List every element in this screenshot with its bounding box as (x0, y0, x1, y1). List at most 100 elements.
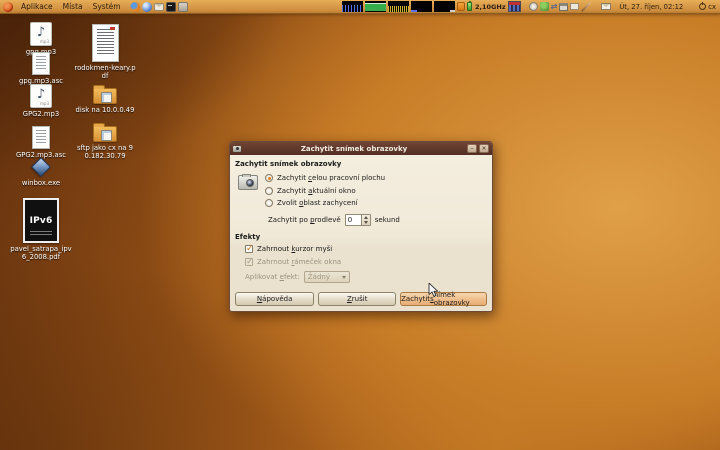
desktop-icon-gpg2-mp3[interactable]: ♪ mp3 GPG2.mp3 (10, 84, 72, 118)
desktop-icon-label: pavel_satrapa_ipv6_2008.pdf (10, 245, 72, 262)
terminal-icon[interactable] (165, 1, 176, 12)
remote-folder-icon (93, 85, 117, 104)
radio-label: Zvolit oblast zachycení (277, 199, 358, 207)
radio-capture-current-window[interactable]: Zachytit aktuální okno (265, 186, 385, 195)
chevron-down-icon (341, 275, 346, 279)
cancel-button[interactable]: Zrušit (318, 292, 397, 306)
dialog-title: Zachytit snímek obrazovky (300, 144, 408, 153)
desktop-icon-label: disk na 10.0.0.49 (75, 106, 135, 114)
desktop-icon-gpg2-mp3-asc[interactable]: GPG2.mp3.asc (10, 126, 72, 159)
mouse-cursor (428, 283, 439, 297)
text-file-icon (32, 126, 50, 149)
apply-effect-label: Aplikovat efekt: (245, 273, 300, 281)
radio-label: Zachytit celou pracovní plochu (277, 174, 386, 182)
menu-system[interactable]: Systém (88, 0, 126, 14)
delay-row: Zachytit po prodlevě 0 sekund (268, 214, 487, 226)
network-monitor-applet[interactable] (388, 1, 410, 12)
radio-indicator (265, 174, 273, 182)
radio-indicator (265, 186, 273, 195)
network-manager-icon[interactable] (539, 2, 549, 11)
effects-heading: Efekty (235, 233, 261, 241)
pen-tray-icon[interactable] (581, 2, 591, 12)
power-icon (699, 2, 707, 10)
screenshot-dialog: Zachytit snímek obrazovky – × Zachytit s… (229, 141, 493, 312)
desktop-icon-sftp-remote[interactable]: sftp jako cx na 90.182.30.79 (74, 122, 136, 161)
delay-spinner[interactable]: 0 (344, 214, 371, 226)
firefox-icon[interactable] (129, 1, 140, 12)
grid-applet-icon[interactable] (507, 1, 521, 12)
desktop-icon-winbox[interactable]: winbox.exe (10, 157, 72, 187)
network-arrows-icon[interactable]: ⇄ (551, 2, 558, 11)
app-launcher-icon[interactable] (177, 1, 188, 12)
checkbox-label: Zahrnout rámeček okna (257, 258, 342, 266)
cpu-monitor-applet[interactable] (342, 1, 364, 12)
delay-unit-label: sekund (374, 216, 400, 224)
system-tray: ⇄ (528, 2, 592, 12)
swap-monitor-applet[interactable] (411, 1, 433, 12)
desktop-icon-rodokmen-pdf[interactable]: rodokmen-keary.pdf (74, 24, 136, 81)
effect-dropdown-value: Žádný (307, 273, 330, 281)
camera-lens (246, 179, 254, 187)
desktop-icon-ipv6-pdf[interactable]: IPv6 pavel_satrapa_ipv6_2008.pdf (10, 198, 72, 262)
orange-applet-icon[interactable] (457, 2, 466, 11)
book-cover-icon: IPv6 (23, 198, 59, 243)
effect-dropdown: Žádný (303, 271, 350, 283)
checkbox-label: Zahrnout kurzor myši (257, 245, 333, 253)
update-notifier-icon[interactable] (528, 2, 538, 11)
checkbox-indicator (245, 244, 254, 254)
radio-indicator (265, 199, 273, 207)
audio-file-icon: ♪ mp3 (30, 22, 52, 46)
load-monitor-applet[interactable] (434, 1, 456, 12)
delay-value[interactable]: 0 (346, 215, 361, 225)
dialog-buttons: Nápověda Zrušit Zachytit s nímek obrazovk… (235, 291, 487, 307)
capture-button[interactable]: Zachytit s nímek obrazovky (400, 291, 487, 307)
desktop-icon-gpg-mp3-asc[interactable]: gpg.mp3.asc (10, 52, 72, 85)
checkbox-include-border: Zahrnout rámeček okna (245, 257, 487, 267)
cpufreq-battery-icon[interactable] (467, 1, 473, 11)
panel-right-area: 2,10GHz ⇄ Út, 27. říjen, 02:12 cx (342, 1, 718, 12)
spin-down-icon[interactable] (363, 220, 368, 224)
pdf-page-icon (91, 24, 119, 62)
user-switcher[interactable]: cx (699, 2, 716, 11)
dialog-body: Zachytit snímek obrazovky Zachytit celou… (230, 155, 492, 311)
desktop-icon-label: winbox.exe (21, 179, 61, 187)
desktop-icon-label: GPG2.mp3 (22, 110, 60, 118)
dialog-heading: Zachytit snímek obrazovky (235, 160, 342, 168)
radio-label: Zachytit aktuální okno (277, 186, 356, 195)
desktop-icon-label: sftp jako cx na 90.182.30.79 (77, 144, 133, 161)
dialog-titlebar[interactable]: Zachytit snímek obrazovky – × (230, 142, 492, 155)
browser-globe-icon[interactable] (141, 1, 152, 12)
window-camera-icon (233, 145, 241, 152)
audio-file-icon: ♪ mp3 (30, 84, 52, 108)
spin-up-icon[interactable] (363, 216, 368, 220)
mail-client-icon[interactable] (153, 2, 164, 11)
capture-mode-group: Zachytit celou pracovní plochu Zachytit … (265, 172, 385, 207)
text-file-icon (32, 52, 50, 75)
window-tray-icon[interactable] (559, 2, 569, 11)
minimize-button[interactable]: – (467, 144, 477, 153)
camera-icon (238, 174, 258, 190)
close-button[interactable]: × (479, 144, 489, 153)
checkbox-indicator (245, 257, 254, 267)
user-switcher-label: cx (708, 2, 716, 11)
menu-applications[interactable]: Aplikace (16, 0, 58, 14)
desktop-icon-label: rodokmen-keary.pdf (74, 64, 136, 81)
top-panel: Aplikace Místa Systém 2,10GHz ⇄ Út, 27. … (0, 0, 720, 14)
mail-notification-icon[interactable] (601, 3, 612, 10)
checkbox-include-pointer[interactable]: Zahrnout kurzor myši (245, 244, 487, 254)
delay-label: Zachytit po prodlevě (268, 216, 341, 224)
panel-launchers (129, 1, 188, 12)
radio-select-area[interactable]: Zvolit oblast zachycení (265, 199, 385, 207)
clock[interactable]: Út, 27. říjen, 02:12 (616, 3, 686, 11)
menu-places[interactable]: Místa (58, 0, 88, 14)
memory-monitor-applet[interactable] (365, 1, 387, 12)
help-button[interactable]: Nápověda (235, 292, 315, 306)
winbox-app-icon (30, 157, 52, 177)
spinner-buttons[interactable] (360, 215, 370, 225)
desktop-icon-disk-remote[interactable]: disk na 10.0.0.49 (74, 84, 136, 114)
mail-tray-icon[interactable] (570, 3, 580, 10)
ubuntu-logo-icon[interactable] (3, 1, 13, 12)
apply-effect-row: Aplikovat efekt: Žádný (245, 271, 487, 283)
radio-capture-whole-desktop[interactable]: Zachytit celou pracovní plochu (265, 174, 385, 182)
cpu-frequency-label[interactable]: 2,10GHz (475, 3, 506, 11)
